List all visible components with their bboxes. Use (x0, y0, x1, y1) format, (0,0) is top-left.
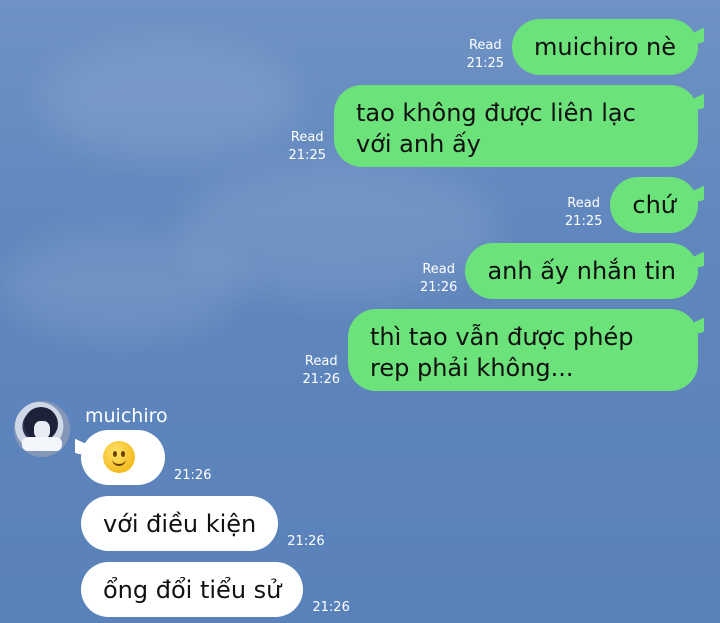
message-time: 21:26 (312, 600, 350, 615)
message-bubble[interactable]: anh ấy nhắn tin (465, 243, 698, 299)
message-bubble[interactable]: thì tao vẫn được phép rep phải không... (348, 309, 698, 391)
read-receipt: Read (304, 354, 338, 369)
message-bubble[interactable]: muichiro nè (512, 19, 698, 75)
message-bubble[interactable]: chứ (610, 177, 698, 233)
message-text: chứ (632, 191, 676, 219)
background-cloud (0, 230, 240, 340)
sent-message: Read 21:26 thì tao vẫn được phép rep phả… (303, 309, 698, 391)
sender-name[interactable]: muichiro (85, 404, 168, 428)
message-text: muichiro nè (534, 33, 676, 61)
slightly-smiling-face-icon (103, 441, 135, 473)
message-time: 21:25 (466, 56, 505, 71)
read-receipt: Read (468, 38, 502, 53)
message-time: 21:26 (302, 372, 340, 387)
read-receipt: Read (422, 262, 456, 277)
message-bubble[interactable]: tao không được liên lạc với anh ấy (334, 85, 698, 167)
message-meta: Read 21:25 (289, 129, 326, 165)
message-time: 21:26 (174, 468, 212, 483)
received-message: 21:26 (81, 430, 211, 485)
message-text: ổng đổi tiểu sử (103, 576, 282, 604)
contact-avatar[interactable] (14, 401, 70, 457)
message-meta: Read 21:26 (420, 261, 457, 297)
sent-message: Read 21:25 muichiro nè (467, 19, 698, 75)
message-text: anh ấy nhắn tin (487, 257, 676, 285)
message-meta: Read 21:26 (303, 353, 340, 389)
read-receipt: Read (567, 196, 600, 211)
received-message: ổng đổi tiểu sử 21:26 (81, 562, 350, 617)
message-bubble[interactable] (81, 430, 165, 485)
message-bubble[interactable]: ổng đổi tiểu sử (81, 562, 304, 617)
message-bubble[interactable]: với điều kiện (81, 496, 279, 551)
sent-message: Read 21:26 anh ấy nhắn tin (420, 243, 698, 299)
read-receipt: Read (290, 130, 324, 145)
message-time: 21:26 (287, 534, 325, 549)
message-text: với điều kiện (103, 510, 257, 538)
sent-message: Read 21:25 chứ (565, 177, 698, 233)
message-meta: Read 21:25 (565, 195, 602, 231)
background-cloud (40, 40, 300, 160)
message-meta: Read 21:25 (467, 37, 504, 73)
received-message: với điều kiện 21:26 (81, 496, 325, 551)
message-text: tao không được liên lạc với anh ấy (356, 99, 636, 158)
message-time: 21:25 (564, 214, 603, 229)
sent-message: Read 21:25 tao không được liên lạc với a… (289, 85, 698, 167)
avatar-scarf (22, 437, 62, 451)
message-time: 21:26 (419, 280, 458, 295)
message-text: thì tao vẫn được phép rep phải không... (370, 323, 634, 382)
message-time: 21:25 (288, 148, 326, 163)
